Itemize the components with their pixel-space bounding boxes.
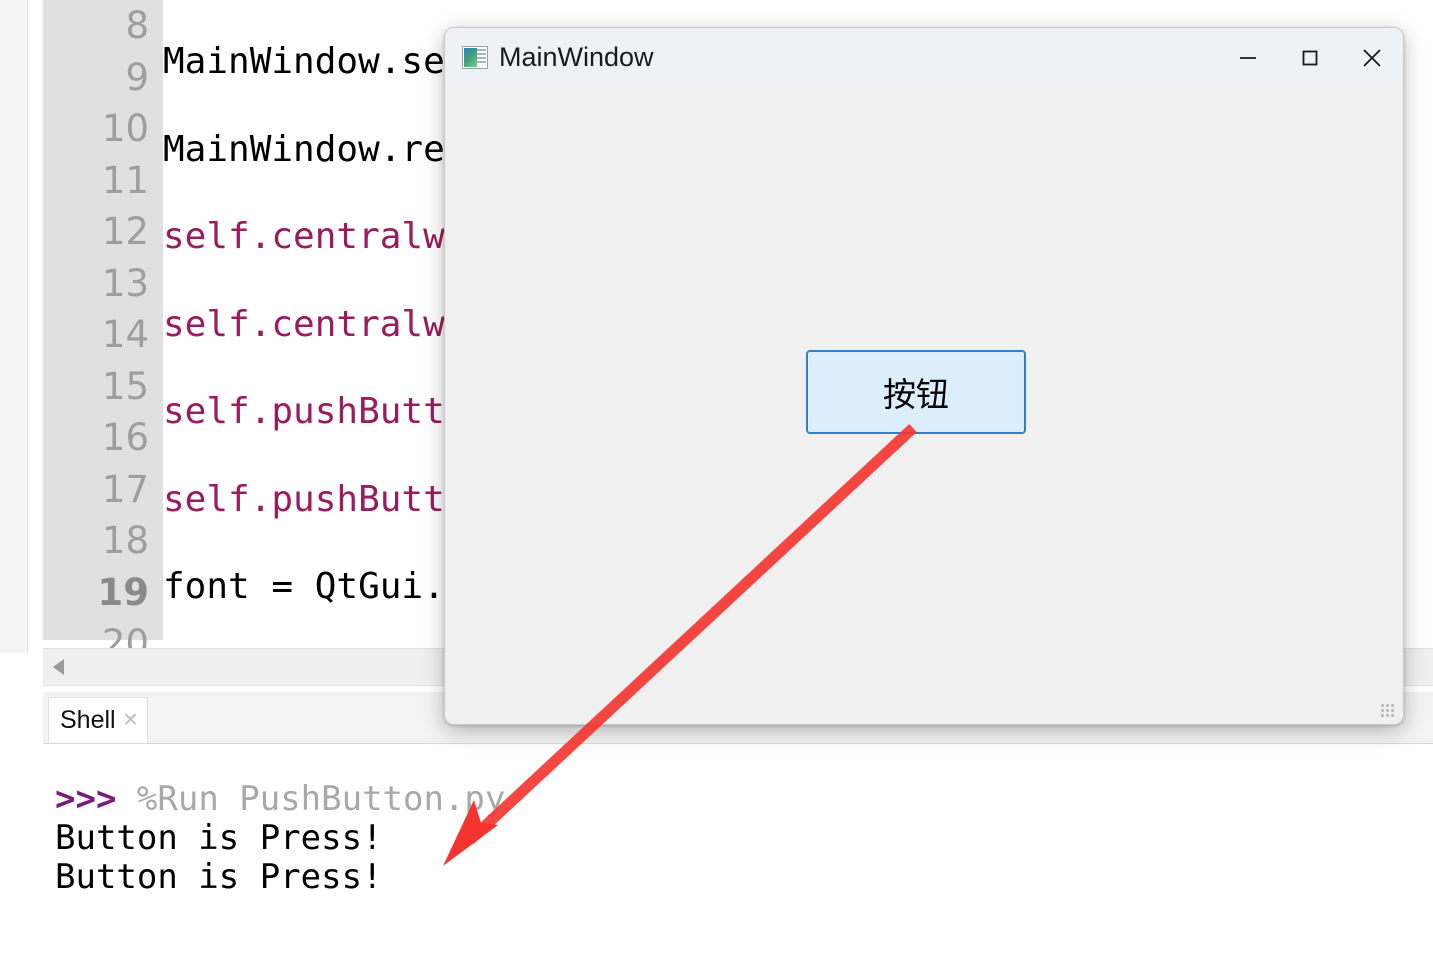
minimize-icon[interactable] [1217, 28, 1279, 87]
line-number-gutter: 8 9 10 11 12 13 14 15 16 17 18 19 20 [43, 0, 163, 653]
line-number: 18 [101, 519, 149, 562]
qt-window-title: MainWindow [499, 42, 654, 72]
close-icon[interactable] [1341, 28, 1403, 87]
qt-title-bar[interactable]: MainWindow [445, 28, 1403, 87]
line-number: 9 [125, 55, 149, 99]
line-number: 10 [101, 107, 149, 150]
line-number: 11 [101, 158, 149, 202]
tab-shell-label: Shell [60, 706, 116, 734]
line-number: 14 [101, 313, 149, 356]
editor-left-padding [28, 0, 43, 653]
shell-panel: Shell ✕ >>> %Run PushButton.py Button is… [43, 692, 1433, 970]
shell-prompt: >>> [55, 779, 117, 819]
triangle-left-icon[interactable] [53, 659, 64, 675]
shell-output-area[interactable]: >>> %Run PushButton.py Button is Press! … [43, 744, 1433, 970]
qt-main-window[interactable]: MainWindow 按钮 [444, 27, 1404, 725]
line-number-current: 19 [97, 570, 150, 614]
line-number: 17 [101, 467, 149, 511]
shell-output-line: Button is Press! [55, 857, 383, 897]
window-controls [1217, 28, 1403, 87]
shell-command: %Run PushButton.py [136, 779, 506, 819]
line-number: 8 [125, 4, 149, 47]
maximize-icon[interactable] [1279, 28, 1341, 87]
line-number: 12 [101, 210, 149, 253]
close-icon[interactable]: ✕ [123, 709, 139, 732]
tab-shell[interactable]: Shell ✕ [48, 697, 148, 743]
push-button[interactable]: 按钮 [806, 350, 1026, 434]
shell-output-line: Button is Press! [55, 818, 383, 858]
qt-window-body: 按钮 [445, 87, 1403, 724]
editor-left-margin [0, 0, 28, 653]
line-number: 13 [101, 261, 149, 305]
line-number: 15 [101, 364, 149, 408]
qt-window-icon [462, 46, 488, 69]
line-number: 16 [101, 416, 149, 459]
shell-command-line: >>> %Run PushButton.py [43, 780, 1433, 819]
resize-grip-icon[interactable] [1380, 703, 1395, 718]
